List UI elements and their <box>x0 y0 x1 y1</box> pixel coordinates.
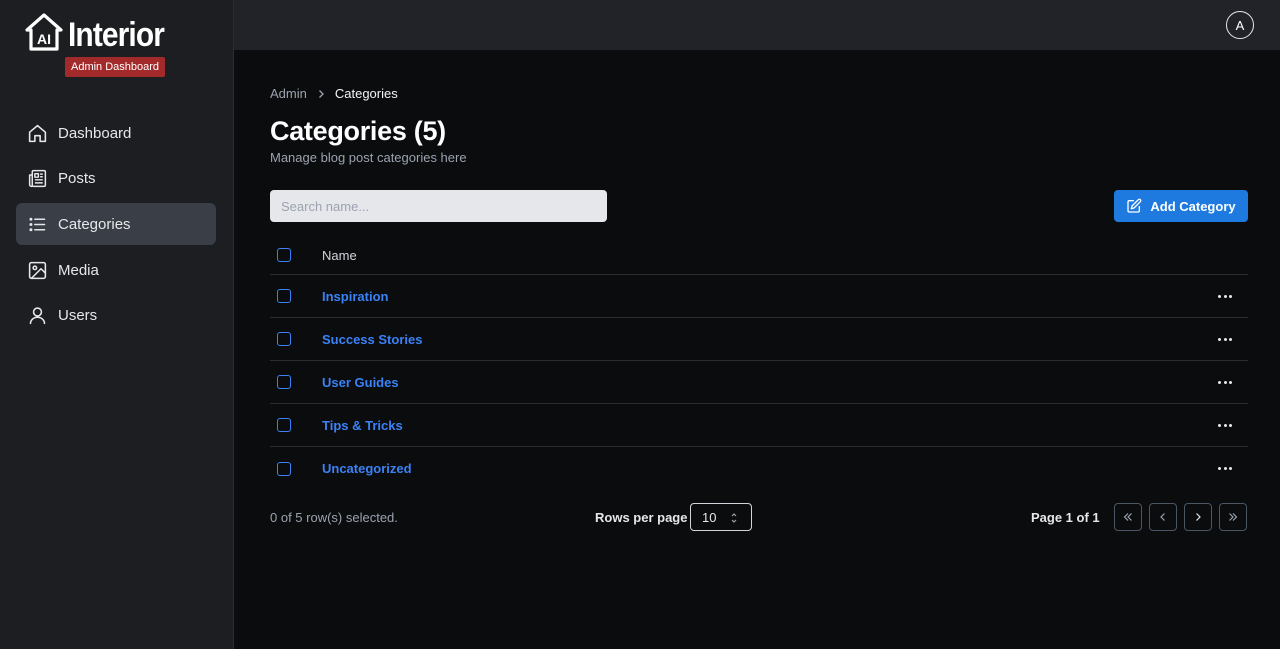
category-name-link[interactable]: Tips & Tricks <box>322 418 403 433</box>
pagination-bar: 0 of 5 row(s) selected. Rows per page 10… <box>270 502 1248 532</box>
row-checkbox[interactable] <box>277 332 291 346</box>
row-checkbox[interactable] <box>277 375 291 389</box>
more-actions-icon[interactable] <box>1218 464 1232 474</box>
sidebar-item-dashboard[interactable]: Dashboard <box>16 112 216 154</box>
home-icon <box>26 122 48 144</box>
categories-table: Name Inspiration Success Stories User Gu… <box>270 236 1248 490</box>
row-checkbox[interactable] <box>277 418 291 432</box>
add-category-button[interactable]: Add Category <box>1114 190 1248 222</box>
search-input[interactable] <box>270 190 607 222</box>
category-name-link[interactable]: Success Stories <box>322 332 422 347</box>
house-logo-icon: AI <box>25 13 63 51</box>
logo-mark: AI <box>37 31 51 47</box>
select-all-checkbox[interactable] <box>277 248 291 262</box>
category-name-link[interactable]: Inspiration <box>322 289 388 304</box>
sidebar-item-categories[interactable]: Categories <box>16 203 216 246</box>
table-row: Uncategorized <box>270 447 1248 490</box>
chevron-up-down-icon <box>731 513 737 523</box>
table-row: Tips & Tricks <box>270 404 1248 447</box>
table-header: Name <box>270 236 1248 275</box>
sidebar-item-media[interactable]: Media <box>16 249 216 291</box>
rows-per-page-value: 10 <box>702 509 717 525</box>
brand-name: Interior <box>68 16 165 54</box>
more-actions-icon[interactable] <box>1218 334 1232 344</box>
table-row: Success Stories <box>270 318 1248 361</box>
more-actions-icon[interactable] <box>1218 420 1232 430</box>
breadcrumb: Admin Categories <box>270 86 398 101</box>
page-indicator: Page 1 of 1 <box>1031 510 1100 525</box>
page-subtitle: Manage blog post categories here <box>270 150 467 165</box>
sidebar-item-label: Dashboard <box>58 124 132 142</box>
next-page-button[interactable] <box>1184 503 1212 531</box>
sidebar-item-label: Posts <box>58 170 96 188</box>
sidebar-item-label: Categories <box>58 215 131 233</box>
rows-per-page-label: Rows per page <box>595 510 688 525</box>
user-avatar[interactable]: A <box>1226 11 1254 39</box>
more-actions-icon[interactable] <box>1218 377 1232 387</box>
rows-per-page-select[interactable]: 10 <box>690 503 752 531</box>
sidebar-item-posts[interactable]: Posts <box>16 158 216 200</box>
breadcrumb-admin-link[interactable]: Admin <box>270 86 307 101</box>
add-category-label: Add Category <box>1150 198 1236 214</box>
chevron-right-icon <box>316 89 326 99</box>
edit-icon <box>1127 198 1142 213</box>
last-page-button[interactable] <box>1219 503 1247 531</box>
category-name-link[interactable]: Uncategorized <box>322 461 412 476</box>
row-checkbox[interactable] <box>277 461 291 476</box>
list-icon <box>26 213 48 235</box>
sidebar-nav: Dashboard Posts Categories Media Users <box>16 112 216 340</box>
brand-logo[interactable]: AI Interior Admin Dashboard <box>25 13 185 77</box>
image-icon <box>26 259 48 281</box>
first-page-button[interactable] <box>1114 503 1142 531</box>
category-name-link[interactable]: User Guides <box>322 375 399 390</box>
row-checkbox[interactable] <box>277 289 291 303</box>
chevrons-right-icon <box>1229 513 1238 521</box>
more-actions-icon[interactable] <box>1218 291 1232 301</box>
sidebar-item-label: Media <box>58 261 99 279</box>
previous-page-button[interactable] <box>1149 503 1177 531</box>
chevron-left-icon <box>1160 513 1165 521</box>
sidebar: AI Interior Admin Dashboard Dashboard Po… <box>0 0 234 649</box>
chevrons-left-icon <box>1123 513 1132 521</box>
admin-badge: Admin Dashboard <box>65 57 166 77</box>
column-header-name[interactable]: Name <box>322 248 357 263</box>
top-bar: A <box>234 0 1280 50</box>
selection-count: 0 of 5 row(s) selected. <box>270 510 398 525</box>
sidebar-item-users[interactable]: Users <box>16 295 216 337</box>
newspaper-icon <box>26 168 48 190</box>
sidebar-item-label: Users <box>58 307 98 325</box>
user-icon <box>26 305 48 327</box>
table-row: User Guides <box>270 361 1248 404</box>
breadcrumb-current: Categories <box>334 86 398 101</box>
page-title: Categories (5) <box>270 116 446 146</box>
chevron-right-icon <box>1196 513 1201 521</box>
table-row: Inspiration <box>270 275 1248 318</box>
